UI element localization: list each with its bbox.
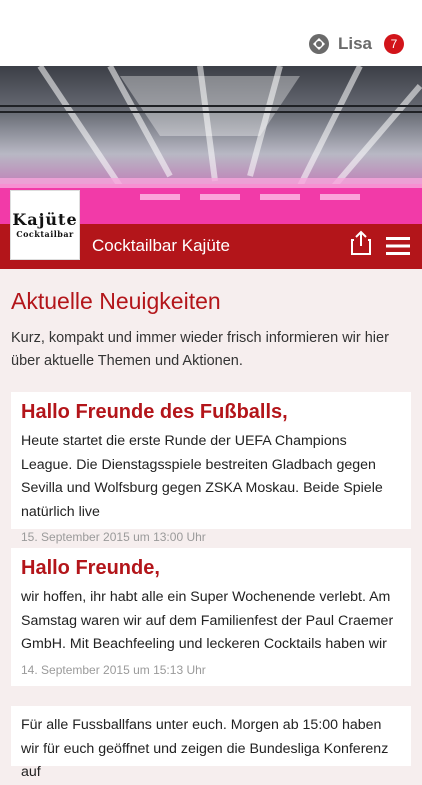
notification-badge[interactable]: 7: [384, 34, 404, 54]
logo-text-line2: Cocktailbar: [16, 229, 74, 239]
logo-text-line1: Kajüte: [12, 210, 78, 229]
news-card[interactable]: Hallo Freunde, wir hoffen, ihr habt alle…: [11, 548, 411, 686]
page-title: Aktuelle Neuigkeiten: [11, 288, 221, 314]
menu-icon[interactable]: [386, 236, 410, 256]
news-title: Hallo Freunde,: [21, 557, 160, 579]
news-card[interactable]: Für alle Fussballfans unter euch. Morgen…: [11, 706, 411, 780]
top-bar: Lisa 7: [0, 0, 422, 66]
news-text: Heute startet die erste Runde der UEFA C…: [21, 433, 383, 520]
page-intro: Kurz, kompakt und immer wieder frisch in…: [11, 330, 389, 369]
main-content: Aktuelle Neuigkeiten Kurz, kompakt und i…: [0, 270, 422, 373]
header-title: Cocktailbar Kajüte: [92, 236, 230, 255]
brand-logo[interactable]: Kajüte Cocktailbar: [10, 190, 80, 260]
news-text: wir hoffen, ihr habt alle ein Super Woch…: [21, 589, 394, 652]
news-date: 14. September 2015 um 15:13 Uhr: [21, 662, 206, 677]
news-title: Hallo Freunde des Fußballs,: [21, 401, 288, 423]
news-text: Für alle Fussballfans unter euch. Morgen…: [21, 717, 389, 780]
news-card[interactable]: Hallo Freunde des Fußballs, Heute starte…: [11, 392, 411, 544]
user-avatar-icon: [308, 34, 329, 54]
news-date: 15. September 2015 um 13:00 Uhr: [21, 530, 206, 544]
user-menu[interactable]: Lisa 7: [308, 31, 404, 57]
user-name: Lisa: [337, 34, 372, 53]
share-icon[interactable]: [350, 230, 372, 256]
